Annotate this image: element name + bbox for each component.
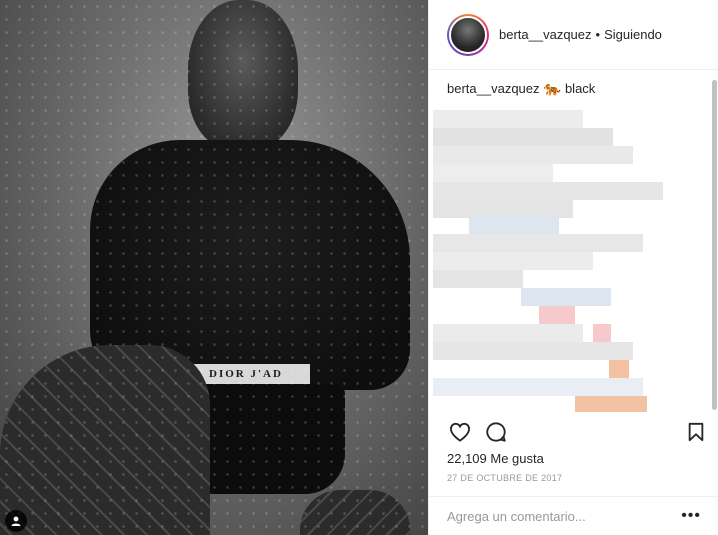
photo-sparkle-overlay xyxy=(0,0,428,535)
likes-count[interactable]: 22,109 Me gusta xyxy=(447,451,544,466)
post-date: 27 DE OCTUBRE DE 2017 xyxy=(447,473,563,483)
following-button[interactable]: Siguiendo xyxy=(604,27,662,42)
caption: berta__vazquez 🐅 black xyxy=(447,80,691,97)
bookmark-icon[interactable] xyxy=(683,419,709,445)
comment-bubble-icon[interactable] xyxy=(483,419,509,445)
tiger-emoji: 🐅 xyxy=(543,80,561,96)
avatar[interactable] xyxy=(447,13,489,56)
more-options-icon[interactable]: ••• xyxy=(681,508,701,524)
user-tag-icon[interactable] xyxy=(5,510,27,532)
comments-scrollbar[interactable] xyxy=(710,70,718,412)
header-separator: • xyxy=(595,27,601,42)
caption-username-link[interactable]: berta__vazquez xyxy=(447,81,540,96)
caption-text: black xyxy=(564,81,596,96)
heart-icon[interactable] xyxy=(447,419,473,445)
comment-composer: ••• xyxy=(429,496,718,535)
post-side-panel: berta__vazquez • Siguiendo berta__vazque… xyxy=(428,0,718,535)
comments-list[interactable]: berta__vazquez 🐅 black xyxy=(429,70,709,412)
post-header: berta__vazquez • Siguiendo xyxy=(429,0,718,70)
action-bar xyxy=(447,418,709,446)
header-username-link[interactable]: berta__vazquez xyxy=(499,27,592,42)
post-photo[interactable]: DIOR J'AD xyxy=(0,0,428,535)
comment-input[interactable] xyxy=(447,508,682,524)
